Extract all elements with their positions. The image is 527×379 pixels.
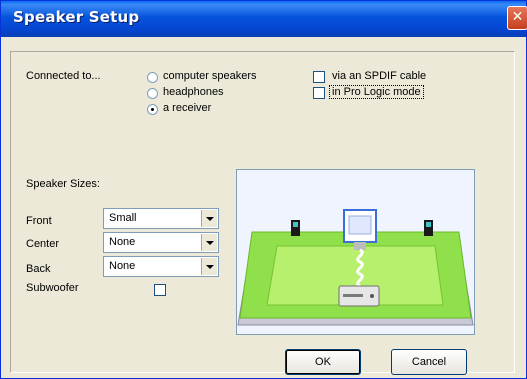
room-diagram (237, 209, 474, 326)
subwoofer-checkbox[interactable] (154, 284, 166, 296)
spdif-label[interactable]: via an SPDIF cable (332, 70, 426, 82)
prologic-label[interactable]: in Pro Logic mode (329, 85, 424, 99)
back-size-value: None (109, 260, 136, 272)
prologic-checkbox[interactable] (313, 87, 325, 99)
radio-headphones[interactable] (147, 88, 158, 99)
settings-panel: Connected to... computer speakers headph… (10, 51, 515, 375)
title-bar: Speaker Setup ✕ (1, 1, 527, 37)
spdif-checkbox[interactable] (313, 71, 325, 83)
chevron-down-icon[interactable] (201, 258, 217, 275)
subwoofer-label: Subwoofer (26, 282, 79, 294)
radio-headphones-label[interactable]: headphones (163, 86, 224, 98)
dialog-client-area: Connected to... computer speakers headph… (4, 37, 523, 377)
chevron-down-icon[interactable] (201, 234, 217, 251)
back-size-select[interactable]: None (103, 256, 219, 277)
chevron-down-icon[interactable] (201, 210, 217, 227)
center-size-value: None (109, 236, 136, 248)
connected-to-label: Connected to... (26, 70, 101, 82)
speaker-layout-preview (236, 169, 475, 335)
center-size-select[interactable]: None (103, 232, 219, 253)
radio-computer-speakers-label[interactable]: computer speakers (163, 70, 257, 82)
cancel-button[interactable]: Cancel (391, 349, 467, 375)
window-title: Speaker Setup (13, 8, 140, 26)
speaker-setup-window: Speaker Setup ✕ Connected to... computer… (0, 0, 527, 379)
radio-a-receiver-label[interactable]: a receiver (163, 102, 211, 114)
ok-button[interactable]: OK (285, 349, 361, 375)
front-size-select[interactable]: Small (103, 208, 219, 229)
back-label: Back (26, 263, 51, 275)
radio-a-receiver[interactable] (147, 104, 158, 115)
speaker-sizes-heading: Speaker Sizes: (26, 178, 100, 190)
center-label: Center (26, 238, 60, 250)
radio-computer-speakers[interactable] (147, 72, 158, 83)
front-label: Front (26, 215, 52, 227)
front-size-value: Small (109, 212, 137, 224)
close-icon[interactable]: ✕ (507, 6, 527, 30)
